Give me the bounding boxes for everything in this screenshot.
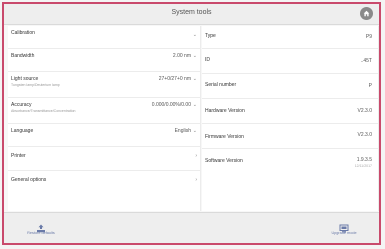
- chevron-down-icon: ⌄: [192, 32, 197, 38]
- row-label: Firmware Version: [205, 134, 244, 140]
- row-value: P9: [365, 34, 372, 40]
- row-value: ..45T: [360, 58, 372, 64]
- row-label: Serial number: [205, 82, 237, 88]
- general-options-row[interactable]: General options ›: [8, 171, 200, 194]
- id-row: ID ..45T: [202, 49, 378, 74]
- chevron-down-icon: ⌄: [192, 128, 197, 134]
- serial-number-row: Serial number P: [202, 74, 378, 99]
- device-info-panel: Type P9 ID ..45T Serial number P Hardwar…: [202, 26, 379, 211]
- home-button[interactable]: [360, 7, 373, 20]
- printer-row[interactable]: Printer ›: [8, 147, 200, 171]
- chevron-down-icon: ⌄: [192, 102, 197, 108]
- settings-panel: Calibration ⌄ Bandwidth 2.00 nm ⌄ Light …: [8, 26, 201, 211]
- row-sublabel: Absorbance/Transmittance/Concentration: [11, 109, 76, 113]
- chevron-right-icon: ›: [195, 177, 197, 183]
- software-version-row: Software Version 1.9.3.5 12/11/2017: [202, 149, 378, 173]
- restore-icon: [36, 220, 46, 233]
- row-value: 0.000/0.00%/0.00: [151, 102, 191, 108]
- upgrade-mode-button[interactable]: Upgrade mode: [319, 218, 369, 240]
- chevron-down-icon: ⌄: [192, 76, 197, 82]
- row-label: Accuracy: [11, 102, 32, 108]
- row-label: Hardware Version: [205, 108, 245, 114]
- row-value: 1.9.3.5: [356, 157, 372, 163]
- upgrade-icon: [339, 220, 349, 233]
- home-icon: [363, 10, 370, 17]
- page-title: System tools: [171, 9, 212, 16]
- top-bar: System tools: [4, 4, 379, 25]
- language-row[interactable]: Language English ⌄: [8, 124, 200, 147]
- chevron-down-icon: ⌄: [192, 53, 197, 59]
- chevron-right-icon: ›: [195, 153, 197, 159]
- bandwidth-row[interactable]: Bandwidth 2.00 nm ⌄: [8, 49, 200, 72]
- row-value: P: [368, 83, 372, 89]
- row-label: Language: [11, 128, 34, 134]
- firmware-version-row: Firmware Version V2.3.0: [202, 124, 378, 149]
- hardware-version-row: Hardware Version V2.3.0: [202, 99, 378, 124]
- row-label: Calibration: [11, 30, 35, 36]
- row-label: Type: [205, 33, 216, 39]
- row-value: V2.3.0: [357, 108, 372, 114]
- bottom-bar: Restore defaults Upgrade mode: [4, 212, 379, 243]
- restore-defaults-button[interactable]: Restore defaults: [16, 218, 66, 240]
- row-label: Bandwidth: [11, 53, 35, 59]
- row-value: 27+0/27+0 nm: [158, 76, 191, 82]
- type-row: Type P9: [202, 26, 378, 49]
- row-label: Light source: [11, 76, 39, 82]
- row-label: General options: [11, 177, 47, 183]
- row-date: 12/11/2017: [354, 164, 372, 168]
- calibration-row[interactable]: Calibration ⌄: [8, 26, 200, 49]
- accuracy-row[interactable]: Accuracy Absorbance/Transmittance/Concen…: [8, 98, 200, 124]
- row-value: 2.00 nm: [172, 53, 191, 59]
- row-value: V2.3.0: [357, 132, 372, 138]
- row-sublabel: Tungsten lamp/Deuterium lamp: [11, 83, 60, 87]
- row-label: Software Version: [205, 158, 243, 164]
- row-label: ID: [205, 57, 210, 63]
- row-value: English: [174, 128, 191, 134]
- light-source-row[interactable]: Light source Tungsten lamp/Deuterium lam…: [8, 72, 200, 98]
- row-label: Printer: [11, 153, 26, 159]
- system-tools-window: System tools Calibration ⌄ Bandwidth 2.0…: [2, 2, 381, 245]
